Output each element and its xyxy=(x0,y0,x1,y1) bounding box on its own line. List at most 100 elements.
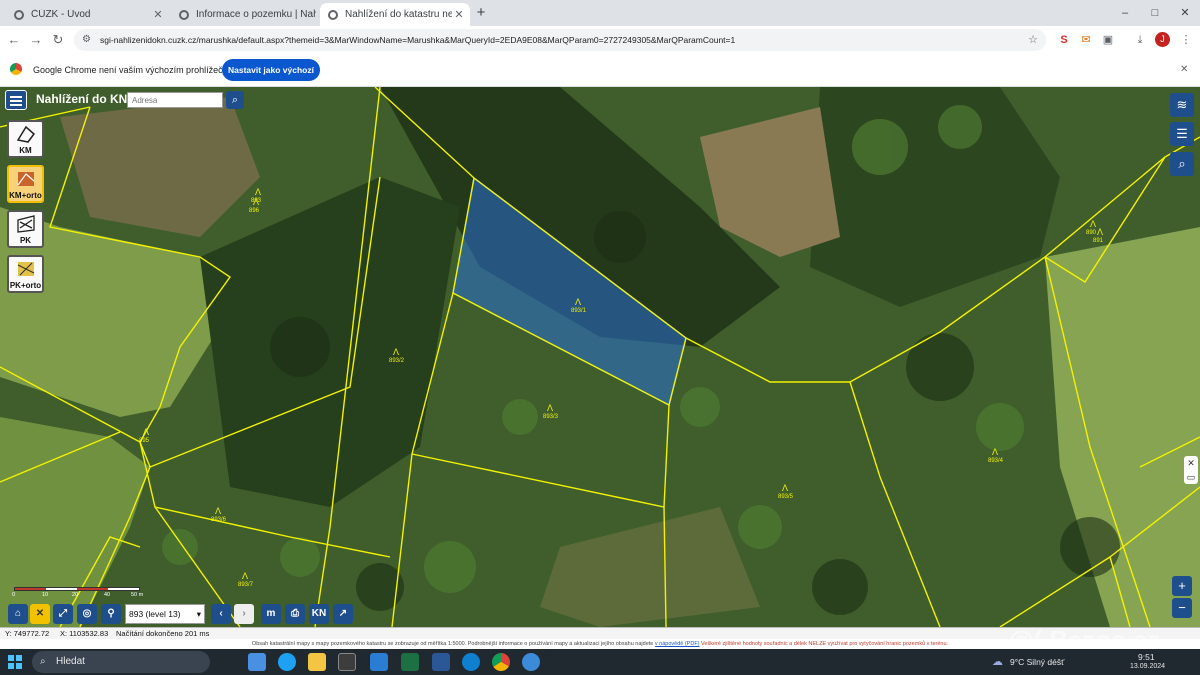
marker-icon[interactable]: ⚲ xyxy=(101,604,121,624)
previous-extent-icon[interactable]: ‹ xyxy=(211,604,231,624)
forward-icon[interactable]: → xyxy=(26,30,46,50)
tab-cuzk-uvod[interactable]: ČÚZK - Úvod ✕ xyxy=(6,3,169,26)
url-text: sgi-nahlizenidokn.cuzk.cz/marushka/defau… xyxy=(100,35,736,45)
parcel-number-label: 893/6 xyxy=(211,517,227,523)
map-photo-icon xyxy=(17,172,34,186)
parcel-number-label: 893/1 xyxy=(571,308,587,314)
set-default-button[interactable]: Nastavit jako výchozí xyxy=(222,59,320,81)
parcel-number-label: 890 xyxy=(1086,230,1097,236)
forest-symbol: Λ xyxy=(255,187,261,197)
infobar-close-icon[interactable]: ✕ xyxy=(1180,64,1188,75)
forest-symbol: Λ xyxy=(215,506,221,516)
profile-avatar[interactable]: J xyxy=(1155,32,1170,47)
extension-mail-icon[interactable]: ✉ xyxy=(1077,31,1095,49)
layer-label: PK+orto xyxy=(9,281,42,290)
taskbar-search-label: Hledat xyxy=(56,656,85,667)
network-globe-icon[interactable] xyxy=(522,653,540,671)
layer-pk-button[interactable]: PK xyxy=(7,210,44,248)
side-panel-toggle-icon[interactable]: ✕ ▭ xyxy=(1184,456,1198,484)
locate-icon[interactable]: ◎ xyxy=(77,604,97,624)
next-extent-icon[interactable]: › xyxy=(234,604,254,624)
minimize-button[interactable]: – xyxy=(1110,4,1140,22)
clock-time: 9:51 xyxy=(1138,652,1155,662)
new-tab-button[interactable]: + xyxy=(472,4,490,22)
zoom-search-icon[interactable]: ⌕ xyxy=(1170,152,1194,176)
layers-icon[interactable]: ≋ xyxy=(1170,93,1194,117)
layer-km-button[interactable]: KM xyxy=(7,120,44,158)
scale-tick-label: 40 xyxy=(104,592,111,598)
zoom-out-button[interactable]: − xyxy=(1172,598,1192,618)
file-explorer-icon[interactable] xyxy=(308,653,326,671)
print-icon[interactable]: ⎙ xyxy=(285,604,305,624)
chrome-logo-icon xyxy=(10,63,22,75)
bookmark-star-icon[interactable]: ☆ xyxy=(1028,29,1038,51)
forest-symbol: Λ xyxy=(1097,227,1103,237)
chevron-down-icon: ▾ xyxy=(196,609,201,619)
home-icon[interactable]: ⌂ xyxy=(8,604,28,624)
store-icon[interactable] xyxy=(338,653,356,671)
word-icon[interactable] xyxy=(432,653,450,671)
forest-symbol: Λ xyxy=(253,197,259,207)
hamburger-menu-button[interactable] xyxy=(5,90,27,110)
extension-s-icon[interactable]: S xyxy=(1055,31,1073,49)
scale-select-value: 893 (level 13) xyxy=(129,609,181,619)
cadastral-map[interactable]: Λ 893 Λ 893/1 Λ 893/2 Λ 893/3 Λ 893/4 Λ 893/5 Λ 893/6… xyxy=(0,87,1200,627)
kn-info-icon[interactable]: KN xyxy=(309,604,329,624)
parcel-number-label: 893/5 xyxy=(778,494,794,500)
x-coordinate: X: 1103532.83 xyxy=(60,629,109,638)
forest-symbol: Λ xyxy=(992,447,998,457)
share-icon[interactable]: ↗ xyxy=(333,604,353,624)
notice-warning: Veškeré zjištěné hodnoty souřadnic a dél… xyxy=(701,641,949,647)
scale-tick-label: 0 xyxy=(12,592,16,598)
zoom-extent-icon[interactable]: ⤢ xyxy=(53,604,73,624)
address-search-input[interactable] xyxy=(127,92,223,108)
forest-symbol: Λ xyxy=(393,347,399,357)
close-window-button[interactable]: ✕ xyxy=(1170,4,1200,22)
zoom-in-button[interactable]: + xyxy=(1172,576,1192,596)
excel-icon[interactable] xyxy=(401,653,419,671)
parcel-number-label: 893/2 xyxy=(389,358,405,364)
taskbar-search[interactable]: ⌕ Hledat xyxy=(32,651,210,673)
maximize-button[interactable]: □ xyxy=(1140,4,1170,22)
clear-selection-icon[interactable]: ✕ xyxy=(30,604,50,624)
layer-label: KM+orto xyxy=(9,191,42,200)
forest-symbol: Λ xyxy=(547,403,553,413)
downloads-icon[interactable]: ⤓ xyxy=(1131,31,1149,49)
chrome-taskbar-icon[interactable] xyxy=(492,653,510,671)
forest-symbol: Λ xyxy=(782,483,788,493)
back-icon[interactable]: ← xyxy=(4,30,24,50)
scale-tick-label: 10 xyxy=(42,592,49,598)
chrome-menu-icon[interactable]: ⋮ xyxy=(1177,31,1195,49)
globe-icon xyxy=(328,9,338,20)
site-info-icon[interactable]: ⚙ xyxy=(82,29,91,51)
windows-start-icon[interactable] xyxy=(8,655,22,669)
edge-icon[interactable] xyxy=(278,653,296,671)
windows-taskbar: ⌕ Hledat ☁ 9°C Silný déšť 9:51 13.09.202… xyxy=(0,649,1200,675)
app-title: Nahlížení do KN xyxy=(36,92,128,106)
measure-icon[interactable]: m xyxy=(261,604,281,624)
clock-date: 13.09.2024 xyxy=(1130,663,1166,670)
layer-pk-orto-button[interactable]: PK+orto xyxy=(7,255,44,293)
legend-icon[interactable]: ☰ xyxy=(1170,122,1194,146)
tab-title: Nahlížení do katastru nemovitostí xyxy=(345,9,452,20)
scale-select[interactable]: 893 (level 13) ▾ xyxy=(125,604,205,624)
internet-explorer-icon[interactable] xyxy=(462,653,480,671)
extensions-puzzle-icon[interactable]: ▣ xyxy=(1099,31,1117,49)
weather-text: 9°C Silný déšť xyxy=(1010,657,1065,667)
close-tab-icon[interactable]: ✕ xyxy=(151,8,165,21)
tab-nahlizeni-active[interactable]: Nahlížení do katastru nemovitostí ✕ xyxy=(320,3,470,26)
historical-photo-icon xyxy=(17,262,34,276)
mail-icon[interactable] xyxy=(370,653,388,671)
forest-symbol: Λ xyxy=(575,297,581,307)
help-pdf-link[interactable]: v nápovědě (PDF) xyxy=(655,641,700,647)
address-bar[interactable]: ⚙ sgi-nahlizenidokn.cuzk.cz/marushka/def… xyxy=(74,29,1046,51)
tab-informace-o-pozemku[interactable]: Informace o pozemku | Nahlížení ✕ xyxy=(171,3,334,26)
task-view-icon[interactable] xyxy=(248,653,266,671)
search-icon[interactable]: ⌕ xyxy=(226,91,244,109)
reload-icon[interactable]: ↻ xyxy=(48,30,68,50)
forest-symbol: Λ xyxy=(1090,219,1096,229)
close-tab-icon[interactable]: ✕ xyxy=(452,8,466,21)
layer-label: KM xyxy=(19,146,32,155)
forest-symbol: Λ xyxy=(143,427,149,437)
layer-km-orto-button[interactable]: KM+orto xyxy=(7,165,44,203)
